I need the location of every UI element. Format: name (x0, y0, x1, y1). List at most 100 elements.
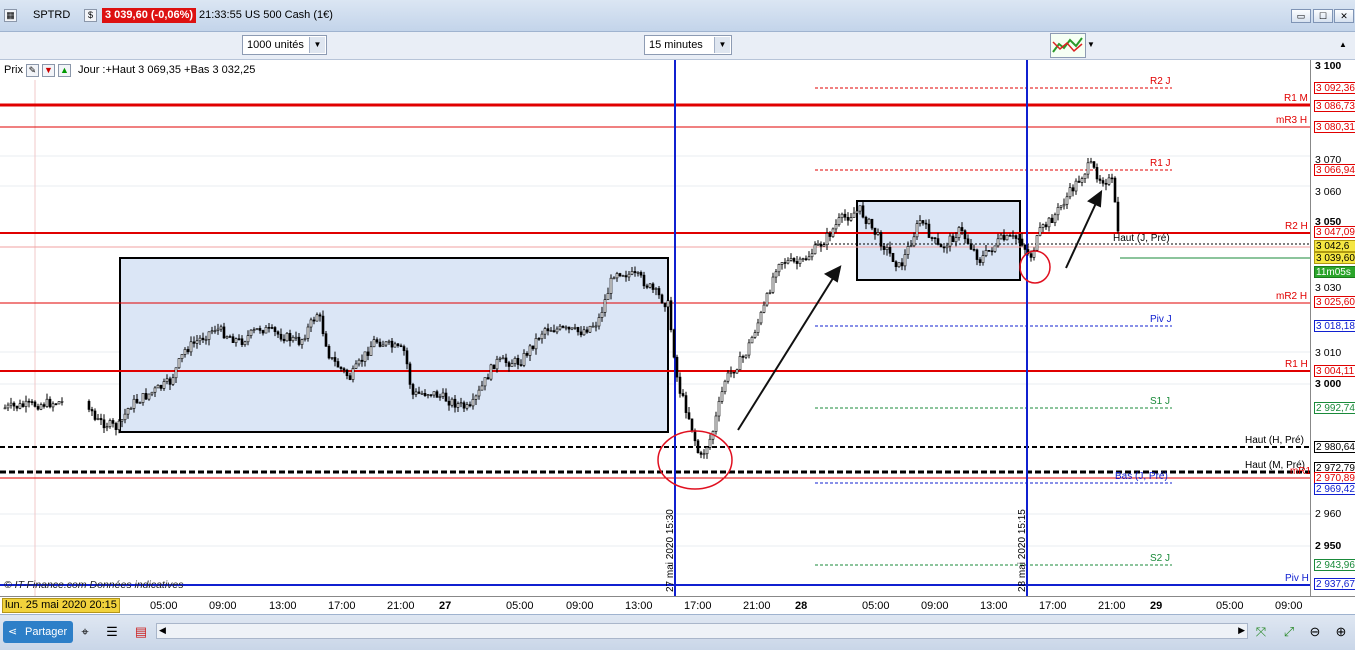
candle-body (165, 378, 169, 382)
level-mr2h: mR2 H (1276, 291, 1308, 302)
x-tick: 13:00 (269, 600, 297, 612)
level-r1j: R1 J (1150, 158, 1171, 169)
candle-body (156, 384, 160, 389)
horizontal-scrollbar[interactable]: ◀ ▶ (156, 623, 1248, 639)
close-icon[interactable]: ✕ (1334, 9, 1354, 23)
price-tag: 3 092,36 (1314, 82, 1355, 94)
candle-body (558, 325, 562, 330)
candle-body (603, 299, 607, 313)
candle-body (648, 283, 652, 288)
candle-body (441, 392, 445, 397)
zoom-fit-icon[interactable]: ⤧ (1252, 623, 1270, 641)
candle-body (27, 400, 31, 403)
candle-body (33, 401, 37, 407)
candle-body (411, 384, 415, 395)
candle-body (930, 237, 934, 239)
indicator-icon[interactable] (1050, 33, 1086, 58)
candle-body (549, 330, 553, 332)
candle-body (414, 391, 418, 395)
candle-body (495, 358, 499, 370)
zoom-range-icon[interactable]: ⤢ (1280, 623, 1298, 641)
y-tick: 2 960 (1315, 508, 1342, 520)
candle-body (456, 403, 460, 408)
candle-body (534, 338, 538, 350)
cursor-tool-icon[interactable]: ⌖ (76, 623, 94, 641)
level-haut-h-pre: Haut (H, Pré) (1245, 435, 1304, 446)
candle-body (555, 328, 559, 333)
candle-body (882, 245, 886, 250)
zoom-in-icon[interactable]: ⊕ (1332, 623, 1350, 641)
level-mr3h: mR3 H (1276, 115, 1308, 126)
candle-body (738, 356, 742, 371)
candle-body (987, 250, 991, 252)
list-icon[interactable]: ☰ (103, 623, 121, 641)
candle-body (309, 319, 313, 328)
candle-body (753, 332, 757, 338)
up-arrow-icon[interactable]: ▲ (57, 63, 71, 77)
candle-body (102, 419, 106, 429)
x-tick: 09:00 (921, 600, 949, 612)
price-axis[interactable]: 3 100 3 070 3 060 3 050 3 030 3 010 3 00… (1310, 60, 1355, 596)
candle-body (303, 337, 307, 340)
interval-select[interactable]: 15 minutes ▼ (644, 35, 732, 55)
candle-body (774, 271, 778, 278)
candle-body (1068, 187, 1072, 198)
candle-body (420, 392, 424, 395)
candle-body (393, 343, 397, 348)
candle-body (192, 341, 196, 344)
candle-body (210, 330, 214, 333)
candle-body (48, 398, 52, 408)
candle-body (480, 385, 484, 391)
candle-body (1062, 203, 1066, 207)
candle-body (426, 394, 430, 396)
candle-body (693, 430, 697, 442)
minimize-icon[interactable]: ▭ (1291, 9, 1311, 23)
units-value: 1000 unités (247, 39, 304, 51)
indicator-dropdown-icon[interactable]: ▼ (1087, 36, 1097, 54)
time-axis[interactable]: lun. 25 mai 2020 20:15 05:00 09:00 13:00… (0, 596, 1355, 614)
candle-body (399, 345, 403, 347)
level-r1h: R1 H (1285, 359, 1308, 370)
price-chart[interactable]: Prix ✎ ▼ ▲ Jour :+Haut 3 069,35 +Bas 3 0… (0, 60, 1310, 596)
wrench-icon[interactable]: ✎ (25, 63, 39, 77)
price-change-badge: 3 039,60 (-0,06%) (102, 8, 197, 23)
scroll-right-icon[interactable]: ▶ (1238, 625, 1245, 636)
share-button[interactable]: ⋖ Partager (3, 621, 74, 643)
candle-body (936, 238, 940, 245)
candle-body (474, 395, 478, 400)
level-mr1: mR1 (1290, 466, 1310, 477)
candle-body (1056, 207, 1060, 216)
down-arrow-icon[interactable]: ▼ (41, 63, 55, 77)
y-tick: 3 100 (1315, 60, 1342, 72)
price-tag: 3 025,60 (1314, 296, 1355, 308)
candle-body (801, 258, 805, 260)
indicator-list-icon[interactable]: ▤ (132, 623, 150, 641)
scroll-left-icon[interactable]: ◀ (159, 625, 166, 636)
zoom-out-icon[interactable]: ⊖ (1306, 623, 1324, 641)
candle-body (450, 398, 454, 406)
candle-body (183, 349, 187, 355)
candle-body (621, 275, 625, 277)
candle-body (1071, 187, 1075, 192)
symbol-label: SPTRD (33, 9, 71, 21)
candle-body (612, 277, 616, 280)
cursor-date: lun. 25 mai 2020 20:15 (2, 598, 120, 613)
candle-body (1104, 182, 1108, 185)
candle-body (672, 329, 676, 358)
candle-body (423, 392, 427, 396)
candle-body (150, 391, 154, 395)
candle-body (768, 291, 772, 294)
x-tick: 28 (795, 600, 808, 612)
candle-body (666, 300, 670, 308)
units-select[interactable]: 1000 unités ▼ (242, 35, 327, 55)
candle-body (249, 329, 253, 336)
maximize-icon[interactable]: ☐ (1313, 9, 1333, 23)
candle-body (258, 328, 262, 331)
candle-body (54, 403, 58, 406)
candle-body (390, 340, 394, 348)
scroll-top-icon[interactable]: ▲ (1339, 36, 1353, 54)
candle-body (948, 235, 952, 247)
candle-body (780, 262, 784, 265)
candle-body (978, 259, 982, 263)
candle-body (468, 404, 472, 407)
